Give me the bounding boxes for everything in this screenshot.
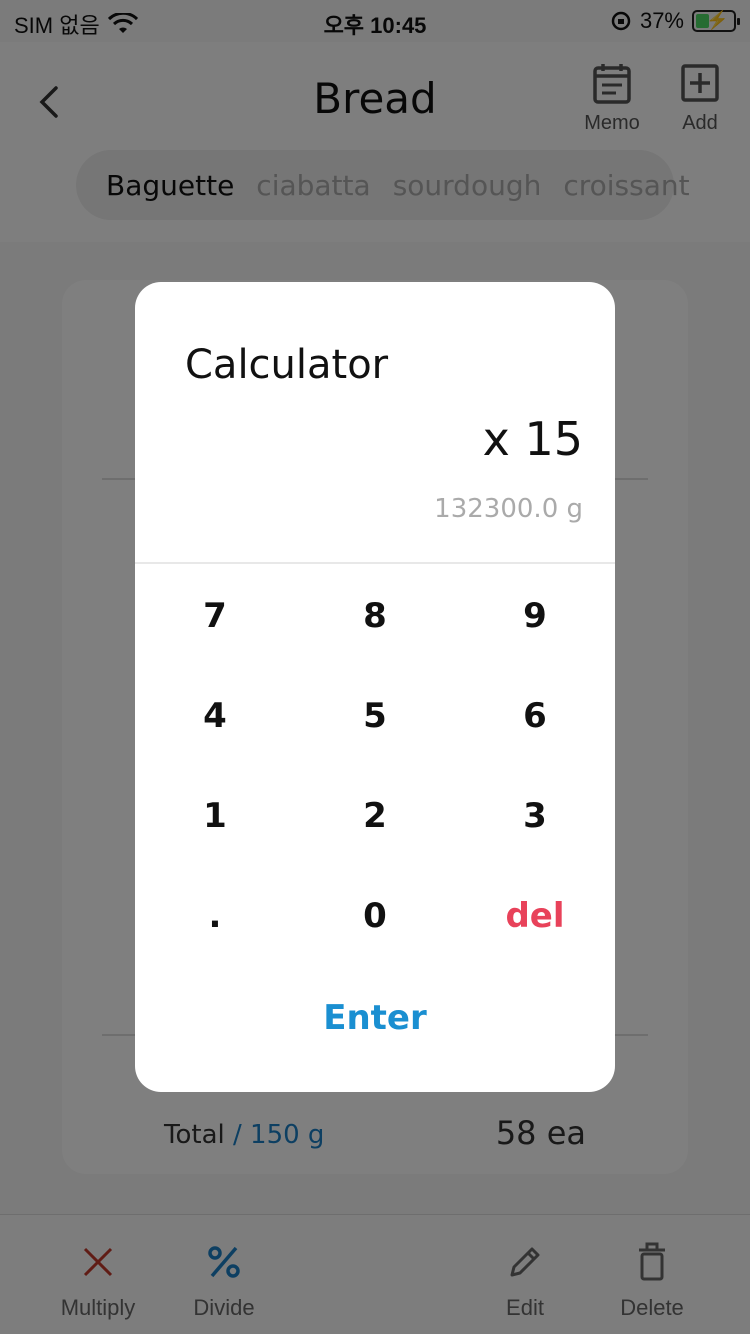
key-3[interactable]: 3 bbox=[455, 766, 615, 866]
calculator-title: Calculator bbox=[185, 342, 389, 388]
key-decimal[interactable]: . bbox=[135, 866, 295, 966]
calculator-expression: x 15 bbox=[482, 412, 583, 466]
key-6[interactable]: 6 bbox=[455, 666, 615, 766]
divider bbox=[135, 562, 615, 564]
key-9[interactable]: 9 bbox=[455, 566, 615, 666]
calculator-result: 132300.0 g bbox=[434, 494, 583, 524]
enter-button[interactable]: Enter bbox=[135, 968, 615, 1068]
key-delete[interactable]: del bbox=[455, 866, 615, 966]
key-5[interactable]: 5 bbox=[295, 666, 455, 766]
key-1[interactable]: 1 bbox=[135, 766, 295, 866]
key-7[interactable]: 7 bbox=[135, 566, 295, 666]
calculator-dialog: Calculator x 15 132300.0 g 7 8 9 4 5 6 1… bbox=[135, 282, 615, 1092]
key-8[interactable]: 8 bbox=[295, 566, 455, 666]
key-4[interactable]: 4 bbox=[135, 666, 295, 766]
key-0[interactable]: 0 bbox=[295, 866, 455, 966]
key-2[interactable]: 2 bbox=[295, 766, 455, 866]
